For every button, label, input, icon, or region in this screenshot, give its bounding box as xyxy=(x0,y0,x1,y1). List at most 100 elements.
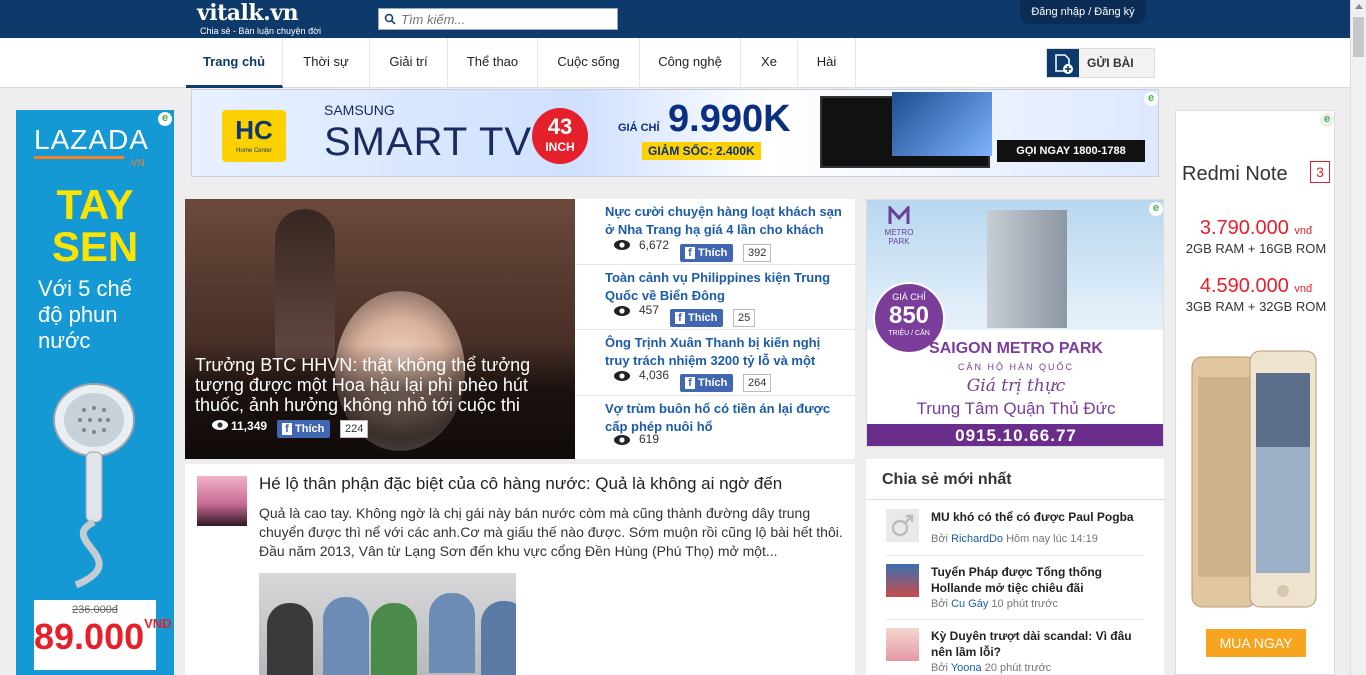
left-ad-price-value: 89.000 xyxy=(34,616,145,657)
fb-like-count: 25 xyxy=(733,309,756,327)
ad-choice-icon[interactable]: e xyxy=(1320,113,1334,127)
fb-like-button[interactable]: f Thích xyxy=(680,244,734,262)
news-title[interactable]: Ông Trịnh Xuân Thanh bị kiến nghị truy t… xyxy=(605,334,845,370)
price-prefix: GIÁ CHỈ xyxy=(618,122,660,134)
avatar xyxy=(886,564,919,597)
latest-item-meta: Bởi Cu Gáy 10 phút trước xyxy=(931,598,1058,610)
news-list: Nực cười chuyện hàng loạt khách sạn ở Nh… xyxy=(575,199,855,459)
facebook-icon: f xyxy=(685,247,695,259)
tv-screen-image xyxy=(892,92,992,156)
metro-project-name: SAIGON METRO PARK xyxy=(929,340,1103,357)
metro-phone[interactable]: 0915.10.66.77 xyxy=(867,424,1163,446)
latest-item-author[interactable]: Cu Gáy xyxy=(951,598,988,610)
list-item[interactable]: MU khó có thể có được Paul Pogba Bởi Ric… xyxy=(886,501,1144,556)
latest-item-title[interactable]: MU khó có thể có được Paul Pogba xyxy=(931,509,1146,525)
site-logo[interactable]: vitalk.vn xyxy=(197,0,299,26)
latest-shares-title: Chia sẻ mới nhất xyxy=(882,471,1012,488)
metro-price-prefix: GIÁ CHỈ xyxy=(892,292,926,302)
article-excerpt: Quả là cao tay. Không ngờ là chị gái này… xyxy=(259,505,843,559)
list-item[interactable]: Ông Trịnh Xuân Thanh bị kiến nghị truy t… xyxy=(575,330,855,396)
search-icon xyxy=(384,13,396,25)
lazada-underline xyxy=(34,156,124,159)
search-box[interactable] xyxy=(378,8,618,30)
ad-choice-icon[interactable]: e xyxy=(158,112,172,126)
hc-logo: HC xyxy=(222,110,286,162)
article-image-figure xyxy=(371,603,417,675)
scroll-thumb[interactable] xyxy=(1353,17,1364,57)
nav-item-entertainment[interactable]: Giải trí xyxy=(370,38,448,88)
fb-like-label: Thích xyxy=(698,247,728,259)
featured-story[interactable]: Trưởng BTC HHVN: thật không thể tưởng tư… xyxy=(185,199,575,459)
featured-title[interactable]: Trưởng BTC HHVN: thật không thể tưởng tư… xyxy=(195,355,565,415)
redmi-side-ad[interactable]: e Redmi Note 3 3.790.000 vnđ 2GB RAM + 1… xyxy=(1175,110,1335,675)
latest-item-time: Hôm nay lúc 14:19 xyxy=(1006,533,1098,545)
latest-item-title[interactable]: Kỳ Duyên trượt dài scandal: Vì đâu nên l… xyxy=(931,628,1146,660)
tv-discount: GIẢM SỐC: 2.400K xyxy=(642,142,761,160)
article-card[interactable]: Hé lộ thân phận đặc biệt của cô hàng nướ… xyxy=(185,464,855,675)
nav-item-technology[interactable]: Công nghệ xyxy=(640,38,741,88)
list-item[interactable]: Kỳ Duyên trượt dài scandal: Vì đâu nên l… xyxy=(886,620,1144,675)
redmi-price-1-value: 3.790.000 xyxy=(1199,217,1289,239)
search-input[interactable] xyxy=(401,11,611,27)
news-view-count: 4,036 xyxy=(639,368,670,382)
post-article-button[interactable]: GỬI BÀI xyxy=(1046,48,1155,78)
avatar xyxy=(886,628,919,661)
saigon-metro-park-ad[interactable]: METRO PARK e GIÁ CHỈ 850 TRIỆU / CĂN SAI… xyxy=(866,199,1164,447)
redmi-price-2-unit: vnđ xyxy=(1294,283,1313,295)
ad-choice-icon[interactable]: e xyxy=(1144,92,1158,106)
buy-now-button[interactable]: MUA NGAY xyxy=(1206,629,1306,657)
eye-icon xyxy=(614,240,630,250)
nav-item-sports[interactable]: Thể thao xyxy=(448,38,538,88)
ad-choice-icon[interactable]: e xyxy=(1149,202,1163,216)
article-image-figure xyxy=(481,601,516,675)
article-image-figure xyxy=(267,603,313,675)
latest-item-time: 10 phút trước xyxy=(991,598,1058,610)
list-item[interactable]: Toàn cảnh vụ Philippines kiện Trung Quốc… xyxy=(575,265,855,330)
metro-price: 850 xyxy=(888,302,930,329)
fb-like-button[interactable]: f Thích xyxy=(277,420,331,438)
nav-item-life[interactable]: Cuộc sống xyxy=(538,38,640,88)
samsung-tv-banner-ad[interactable]: HC Home Center SAMSUNG SMART TV 43 INCH … xyxy=(191,89,1159,177)
list-item[interactable]: Nực cười chuyện hàng loạt khách sạn ở Nh… xyxy=(575,199,855,265)
left-ad-title-line2: SEN xyxy=(51,223,139,270)
article-image-figure xyxy=(429,593,475,673)
scroll-up-arrow-icon[interactable] xyxy=(1355,4,1363,9)
latest-item-author[interactable]: Yoona xyxy=(951,662,982,674)
facebook-icon: f xyxy=(675,312,685,324)
facebook-icon: f xyxy=(282,423,292,435)
redmi-price-1-unit: vnđ xyxy=(1294,225,1313,237)
fb-like-button[interactable]: f Thích xyxy=(670,309,724,327)
login-register-link[interactable]: Đăng nhập / Đăng ký xyxy=(1020,0,1146,24)
latest-item-author[interactable]: RichardDo xyxy=(951,533,1003,545)
nav-item-home[interactable]: Trang chủ xyxy=(186,38,283,88)
nav-item-humor[interactable]: Hài xyxy=(798,38,856,88)
latest-item-meta: Bởi Yoona 20 phút trước xyxy=(931,662,1051,674)
article-thumbnail[interactable] xyxy=(197,476,247,526)
news-view-count: 619 xyxy=(639,432,660,446)
samsung-label: SAMSUNG xyxy=(324,102,395,118)
left-ad-new-price: 89.000VND xyxy=(34,616,172,658)
news-title[interactable]: Nực cười chuyện hàng loạt khách sạn ở Nh… xyxy=(605,203,845,239)
shower-head-image xyxy=(53,383,135,589)
post-button-label: GỬI BÀI xyxy=(1087,56,1134,70)
article-image[interactable] xyxy=(259,573,516,675)
metro-price-unit: TRIỆU / CĂN xyxy=(888,330,930,337)
male-avatar-icon xyxy=(886,509,919,542)
latest-item-meta: Bởi RichardDo Hôm nay lúc 14:19 xyxy=(931,533,1098,545)
featured-image-figure xyxy=(275,209,335,359)
call-now-button[interactable]: GỌI NGAY 1800-1788 xyxy=(997,140,1145,162)
list-item[interactable]: Tuyển Pháp được Tổng thống Hollande mở t… xyxy=(886,556,1144,620)
fb-like-label: Thích xyxy=(698,377,728,389)
metro-location: Trung Tâm Quận Thủ Đức xyxy=(916,399,1116,418)
list-item[interactable]: Vợ trùm buôn hổ có tiền án lại được cấp … xyxy=(575,396,855,459)
latest-item-title[interactable]: Tuyển Pháp được Tổng thống Hollande mở t… xyxy=(931,564,1146,596)
news-title[interactable]: Toàn cảnh vụ Philippines kiện Trung Quốc… xyxy=(605,269,845,305)
fb-like-button[interactable]: f Thích xyxy=(680,374,734,392)
news-title[interactable]: Vợ trùm buôn hổ có tiền án lại được cấp … xyxy=(605,400,845,436)
article-title[interactable]: Hé lộ thân phận đặc biệt của cô hàng nướ… xyxy=(259,474,849,494)
page-scrollbar[interactable] xyxy=(1350,0,1366,675)
metro-building-image xyxy=(987,210,1067,328)
nav-item-news[interactable]: Thời sự xyxy=(283,38,370,88)
lazada-side-ad[interactable]: LAZADA .VN e TAY SEN Với 5 chế độ phun n… xyxy=(16,110,174,675)
nav-item-cars[interactable]: Xe xyxy=(741,38,798,88)
